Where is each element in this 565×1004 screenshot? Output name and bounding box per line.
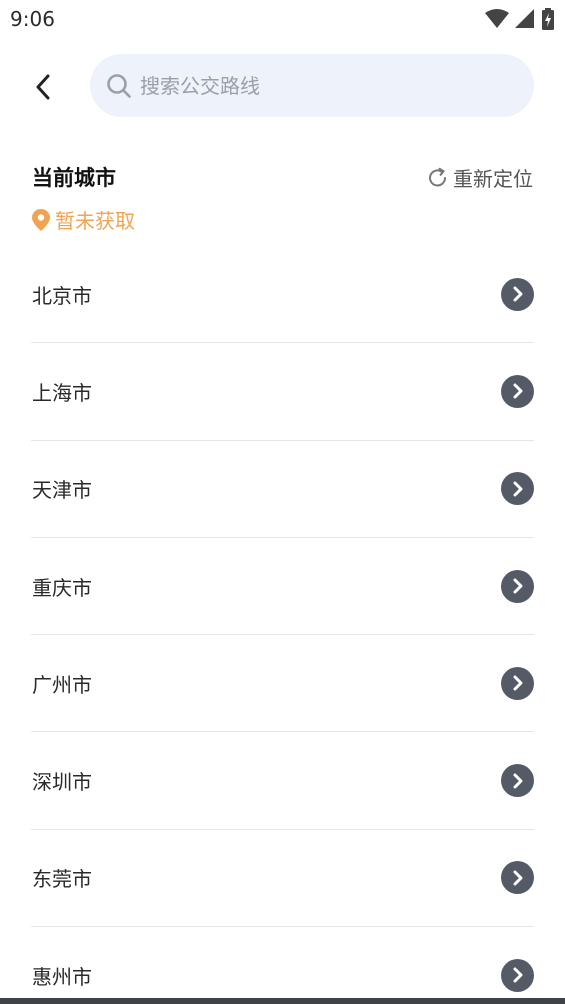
city-item-beijing[interactable]: 北京市	[31, 246, 534, 344]
city-name: 天津市	[32, 478, 92, 503]
city-name: 深圳市	[32, 770, 92, 795]
chevron-right-circle-icon	[501, 569, 534, 603]
chevron-left-icon	[36, 74, 50, 100]
city-item-dongguan[interactable]: 东莞市	[31, 830, 534, 928]
search-icon	[107, 73, 131, 98]
back-button[interactable]	[22, 66, 64, 108]
location-status: 暂未获取	[31, 205, 135, 234]
city-item-shenzhen[interactable]: 深圳市	[31, 732, 534, 830]
navigation-bar-strip	[0, 998, 565, 1004]
status-time: 9:06	[10, 7, 55, 31]
city-name: 北京市	[32, 283, 92, 308]
chevron-right-circle-icon	[501, 374, 534, 408]
city-name: 上海市	[32, 380, 92, 405]
city-item-tianjin[interactable]: 天津市	[31, 441, 534, 538]
city-name: 东莞市	[32, 867, 92, 892]
location-status-text: 暂未获取	[55, 209, 135, 233]
chevron-right-circle-icon	[501, 666, 534, 700]
chevron-right-circle-icon	[501, 958, 534, 992]
chevron-right-circle-icon	[501, 764, 534, 798]
city-item-shanghai[interactable]: 上海市	[31, 343, 534, 441]
city-name: 惠州市	[32, 964, 92, 989]
city-name: 重庆市	[32, 575, 92, 600]
city-item-guangzhou[interactable]: 广州市	[31, 635, 534, 733]
city-item-huizhou[interactable]: 惠州市	[31, 927, 534, 1004]
city-item-chongqing[interactable]: 重庆市	[31, 538, 534, 636]
relocate-button[interactable]: 重新定位	[427, 163, 533, 192]
wifi-icon	[485, 9, 509, 28]
chevron-right-circle-icon	[501, 277, 534, 311]
location-pin-icon	[32, 208, 50, 231]
refresh-icon	[429, 167, 446, 186]
status-icons	[485, 8, 555, 30]
city-name: 广州市	[32, 672, 92, 697]
search-input[interactable]	[140, 65, 500, 106]
status-bar: 9:06	[0, 0, 565, 38]
current-city-title: 当前城市	[32, 166, 116, 190]
city-select-screen: 9:06 当前城市	[0, 0, 565, 1004]
chevron-right-circle-icon	[501, 472, 534, 506]
relocate-label: 重新定位	[453, 167, 533, 191]
search-bar[interactable]	[90, 54, 534, 117]
cellular-signal-icon	[515, 9, 534, 28]
city-list: 北京市 上海市 天津市 重庆市 广州市 深圳市 东莞市 惠州市	[31, 246, 534, 1004]
chevron-right-circle-icon	[501, 861, 534, 895]
battery-icon	[542, 8, 554, 30]
